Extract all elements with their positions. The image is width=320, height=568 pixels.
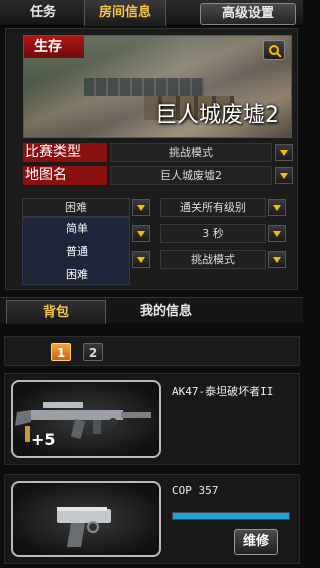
weapon-name: COP 357 bbox=[172, 484, 219, 497]
tab-backpack[interactable]: 背包 bbox=[6, 300, 106, 324]
tab-my-info[interactable]: 我的信息 bbox=[116, 300, 216, 324]
map-preview: 生存 巨人城废墟2 bbox=[23, 35, 292, 138]
map-name-value[interactable]: 巨人城废墟2 bbox=[110, 166, 272, 185]
durability-fill bbox=[173, 513, 289, 519]
weapon-name: AK47-泰坦破坏者II bbox=[172, 385, 274, 398]
match-type-value[interactable]: 挑战模式 bbox=[110, 143, 272, 162]
map-preview-train bbox=[84, 78, 204, 96]
tab-room-info[interactable]: 房间信息 bbox=[84, 0, 166, 26]
difficulty-dropdown-list: 简单 普通 困难 bbox=[22, 217, 130, 285]
page-2-button[interactable]: 2 bbox=[83, 343, 103, 361]
difficulty-option-normal[interactable]: 普通 bbox=[23, 241, 131, 263]
pager: 1 2 bbox=[4, 336, 300, 366]
page-1-button[interactable]: 1 bbox=[51, 343, 71, 361]
map-name-label: 地图名 bbox=[23, 166, 107, 185]
weapon-thumbnail bbox=[11, 481, 161, 557]
upgrade-badge: +5 bbox=[31, 430, 56, 449]
difficulty-dropdown-icon[interactable] bbox=[132, 199, 150, 216]
clear-levels-select[interactable]: 通关所有级别 bbox=[160, 198, 266, 217]
difficulty-option-easy[interactable]: 简单 bbox=[23, 218, 131, 240]
difficulty2-dropdown-icon[interactable] bbox=[132, 225, 150, 242]
durability-bar bbox=[172, 512, 290, 520]
top-tab-bar: 任务 房间信息 高级设置 bbox=[0, 0, 303, 26]
mode-tag: 生存 bbox=[24, 36, 84, 58]
inventory-tab-bar: 背包 我的信息 bbox=[0, 297, 303, 324]
match-type-dropdown-icon[interactable] bbox=[275, 144, 293, 161]
map-search-button[interactable] bbox=[263, 40, 285, 60]
map-title: 巨人城废墟2 bbox=[155, 103, 279, 128]
time-dropdown-icon[interactable] bbox=[268, 225, 286, 242]
difficulty-option-hard[interactable]: 困难 bbox=[23, 264, 131, 286]
match-type-row: 比赛类型 挑战模式 bbox=[23, 143, 293, 162]
mode-dropdown-icon[interactable] bbox=[268, 251, 286, 268]
map-name-row: 地图名 巨人城废墟2 bbox=[23, 166, 293, 185]
option3-dropdown-icon[interactable] bbox=[132, 251, 150, 268]
match-type-label: 比赛类型 bbox=[23, 143, 107, 162]
time-select[interactable]: 3 秒 bbox=[160, 224, 266, 243]
search-icon bbox=[269, 45, 282, 58]
tab-tasks[interactable]: 任务 bbox=[6, 0, 80, 26]
weapon-card[interactable]: +5 AK47-泰坦破坏者II bbox=[4, 373, 300, 465]
weapon-card[interactable]: COP 357 维修 bbox=[4, 474, 300, 564]
pistol-icon bbox=[57, 507, 111, 547]
repair-button[interactable]: 维修 bbox=[234, 529, 278, 555]
advanced-settings-button[interactable]: 高级设置 bbox=[200, 3, 296, 25]
clear-levels-dropdown-icon[interactable] bbox=[268, 199, 286, 216]
difficulty-select[interactable]: 困难 bbox=[22, 198, 130, 217]
mode-select[interactable]: 挑战模式 bbox=[160, 250, 266, 269]
map-name-dropdown-icon[interactable] bbox=[275, 167, 293, 184]
